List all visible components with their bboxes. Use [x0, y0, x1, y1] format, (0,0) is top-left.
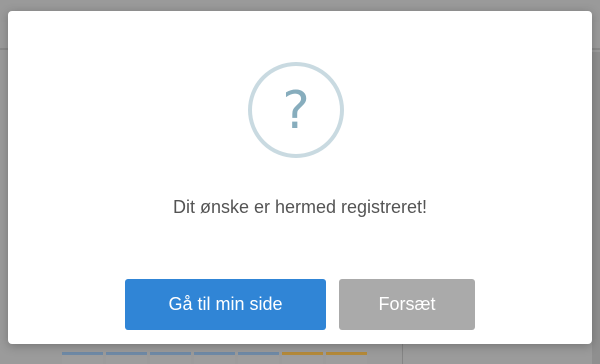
continue-button[interactable]: Forsæt — [339, 279, 475, 330]
background-tab — [194, 352, 235, 364]
background-tab — [150, 352, 191, 364]
confirmation-dialog: ? Dit ønske er hermed registreret! Gå ti… — [8, 11, 592, 344]
question-mark-glyph: ? — [282, 81, 310, 141]
background-tab — [326, 352, 367, 364]
background-sidebar — [592, 52, 600, 364]
question-mark-icon: ? — [248, 62, 344, 158]
background-tab — [62, 352, 103, 364]
background-tab — [282, 352, 323, 364]
background-tab — [238, 352, 279, 364]
dialog-message: Dit ønske er hermed registreret! — [172, 197, 428, 217]
go-to-my-page-button[interactable]: Gå til min side — [125, 279, 326, 330]
background-tab — [106, 352, 147, 364]
